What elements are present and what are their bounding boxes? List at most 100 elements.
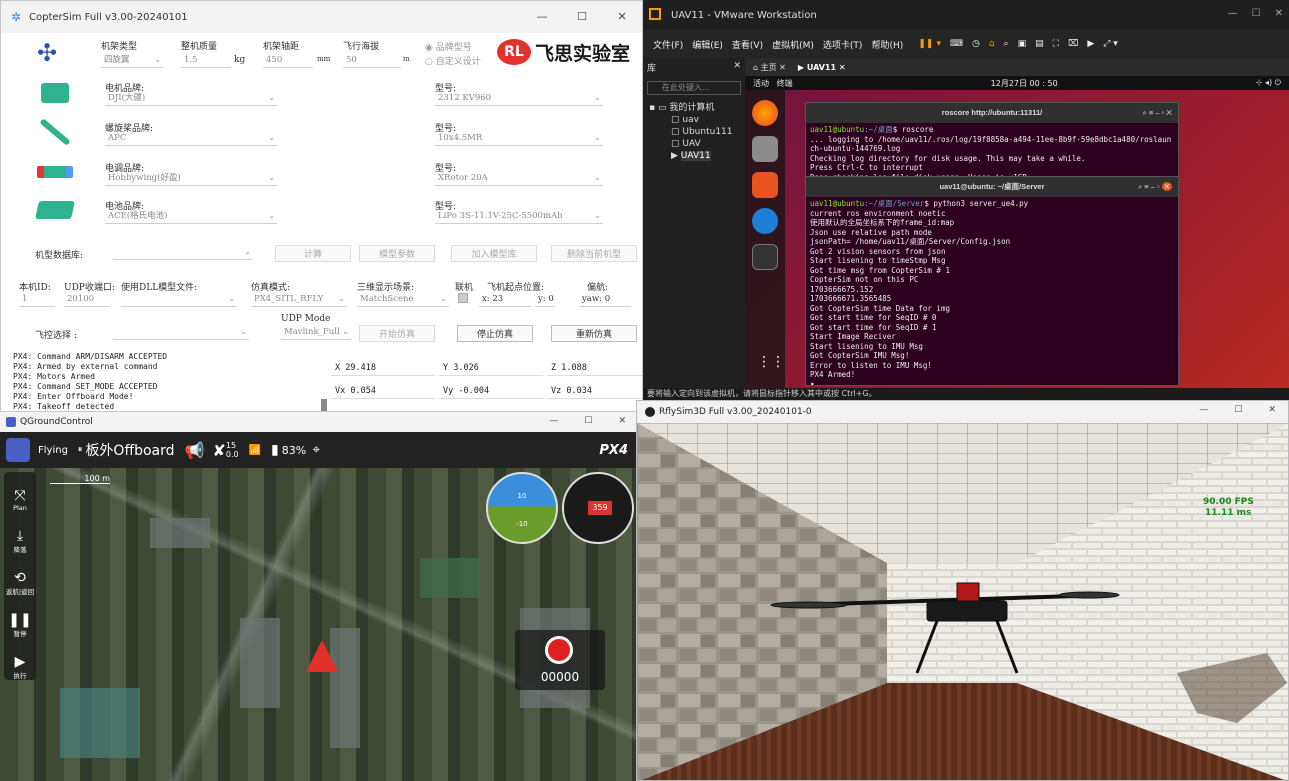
menu-vm[interactable]: 虚拟机(M) xyxy=(772,38,814,51)
menu-view[interactable]: 查看(V) xyxy=(732,38,763,51)
maximize-button[interactable]: ☐ xyxy=(1252,8,1261,19)
menu-file[interactable]: 文件(F) xyxy=(653,38,683,51)
radio-brand-model[interactable]: ◉ 品牌型号 xyxy=(425,40,472,53)
firefox-icon[interactable] xyxy=(752,100,778,126)
esc-brand-select[interactable]: Hobbywing(好盈) ⌄ xyxy=(105,171,277,186)
minimize-button[interactable]: — xyxy=(549,416,558,426)
start-x-input[interactable]: x: 23 xyxy=(479,292,531,307)
execute-tool[interactable]: ▶ 执行 xyxy=(4,638,36,680)
altitude-input[interactable]: 50 xyxy=(343,53,401,68)
ubuntu-clock[interactable]: 12月27日 00 : 50 xyxy=(991,78,1058,89)
vehicle-gps-icon[interactable]: ⌖ xyxy=(312,442,320,458)
plan-tool[interactable]: ⤧ Plan xyxy=(4,472,36,512)
terminal-server[interactable]: uav11@ubuntu: ~/桌面/Server ⌕ ≡ – ▫ ✕ uav11… xyxy=(805,176,1179,386)
maximize-button[interactable]: ☐ xyxy=(1234,405,1242,415)
minimize-button[interactable]: — xyxy=(1228,8,1238,19)
revert-snapshot-icon[interactable]: ⌂ xyxy=(989,39,995,49)
fc-select[interactable]: ⌄ xyxy=(113,325,249,340)
window-controls-icon[interactable]: ⌕ ≡ – ▫ ✕ xyxy=(1143,108,1172,118)
prop-brand-select[interactable]: APC ⌄ xyxy=(105,131,277,146)
udp-mode-select[interactable]: Mavlink_Full ⌄ xyxy=(281,325,351,340)
local-id-input[interactable]: 1 xyxy=(19,292,55,307)
minimize-button[interactable]: — xyxy=(522,1,562,31)
axle-input[interactable]: 450 xyxy=(263,53,313,68)
unity-icon[interactable]: ⌧ xyxy=(1068,39,1078,49)
fullscreen-icon[interactable]: ⛶ xyxy=(1053,39,1059,49)
library-view-icon[interactable]: ▣ xyxy=(1018,39,1027,49)
sim-mode-select[interactable]: PX4_SITL_RFLY ⌄ xyxy=(251,292,347,307)
console-view-icon[interactable]: ▶ xyxy=(1087,39,1094,49)
dll-model-select[interactable]: ⌄ xyxy=(121,292,237,307)
start-y-input[interactable]: y: 0 xyxy=(535,292,555,307)
delete-model-button[interactable]: 删除当前机型 xyxy=(551,245,637,262)
start-yaw-input[interactable]: yaw: 0 xyxy=(579,292,631,307)
3d-viewport[interactable]: 90.00 FPS 11.11 ms xyxy=(637,423,1288,780)
close-button[interactable]: ✕ xyxy=(618,416,626,426)
motor-model-select[interactable]: 2312 KV960 ⌄ xyxy=(435,91,603,106)
rc-signal-icon[interactable]: 📶 xyxy=(249,445,261,456)
compute-button[interactable]: 计算 xyxy=(275,245,351,262)
pause-tool[interactable]: ❚❚ 暂停 xyxy=(4,596,36,638)
start-sim-button[interactable]: 开始仿真 xyxy=(359,325,435,342)
send-keys-icon[interactable]: ⌨ xyxy=(950,39,963,49)
library-search-input[interactable]: 在此处键入... xyxy=(647,81,741,95)
snapshot-manager-icon[interactable]: ⌕ xyxy=(1004,39,1009,49)
system-tray-icon[interactable]: ⊹ ◂) ⏻ xyxy=(1256,78,1281,88)
esc-model-select[interactable]: XRotor 20A ⌄ xyxy=(435,171,603,186)
snapshot-icon[interactable]: ◷ xyxy=(972,39,980,49)
close-button[interactable]: ✕ xyxy=(602,1,642,31)
tree-vm-UAV[interactable]: ▢ UAV xyxy=(649,138,745,150)
stretch-icon[interactable]: ⤢ ▾ xyxy=(1103,39,1118,49)
stop-sim-button[interactable]: 停止仿真 xyxy=(457,325,533,342)
flight-status[interactable]: Flying xyxy=(38,445,68,456)
model-params-button[interactable]: 模型参数 xyxy=(359,245,435,262)
tab-home[interactable]: ⌂ 主页 ✕ xyxy=(753,62,786,73)
land-tool[interactable]: ⤓ 降落 xyxy=(4,512,36,554)
tree-vm-uav11[interactable]: ▶ UAV11 xyxy=(649,150,745,162)
add-to-db-button[interactable]: 加入模型库 xyxy=(451,245,537,262)
tab-uav11[interactable]: ▶ UAV11 ✕ xyxy=(798,63,846,72)
close-library-icon[interactable]: ✕ xyxy=(733,61,741,74)
show-apps-icon[interactable]: ⋮⋮ xyxy=(757,354,785,370)
qgc-app-icon[interactable] xyxy=(6,438,30,462)
tree-vm-uav[interactable]: ▢ uav xyxy=(649,114,745,126)
battery-model-select[interactable]: LiPo 3S-11.1V-25C-5500mAh ⌄ xyxy=(435,209,603,224)
model-db-select[interactable]: ⌄ xyxy=(113,245,253,260)
rtl-tool[interactable]: ⟲ 返航|返回 xyxy=(4,554,36,596)
log-scrollbar[interactable] xyxy=(321,399,327,411)
menu-help[interactable]: 帮助(H) xyxy=(871,38,903,51)
help-icon[interactable] xyxy=(752,208,778,234)
flight-mode[interactable]: 板外Offboard xyxy=(85,440,174,460)
radio-custom-design[interactable]: ○ 自定义设计 xyxy=(425,54,481,67)
gps-satellite-icon[interactable]: ✘ xyxy=(212,441,225,460)
terminal-roscore[interactable]: roscore http://ubuntu:11311/⌕ ≡ – ▫ ✕ ua… xyxy=(805,102,1179,182)
menu-edit[interactable]: 编辑(E) xyxy=(692,38,723,51)
tree-vm-ubuntu111[interactable]: ▢ Ubuntu111 xyxy=(649,126,745,138)
scene-select[interactable]: MatchScene ⌄ xyxy=(357,292,449,307)
files-icon[interactable] xyxy=(752,136,778,162)
motor-brand-select[interactable]: DJI(大疆) ⌄ xyxy=(105,91,277,106)
record-button[interactable] xyxy=(545,636,573,664)
maximize-button[interactable]: ☐ xyxy=(584,416,592,426)
maximize-button[interactable]: ☐ xyxy=(562,1,602,31)
close-button[interactable]: ✕ xyxy=(1275,8,1283,19)
prop-model-select[interactable]: 10x4.5MR ⌄ xyxy=(435,131,603,146)
thumbnail-view-icon[interactable]: ▤ xyxy=(1035,39,1044,49)
pause-icon[interactable]: ❚❚ ▾ xyxy=(918,39,941,49)
restart-sim-button[interactable]: 重新仿真 xyxy=(551,325,637,342)
software-icon[interactable] xyxy=(752,172,778,198)
terminal-app-menu[interactable]: 终端 xyxy=(777,79,793,88)
messages-megaphone-icon[interactable]: 📢 xyxy=(185,441,205,460)
tree-my-computer[interactable]: ▪ ▭ 我的计算机 xyxy=(649,99,745,114)
close-button[interactable]: ✕ xyxy=(1268,405,1276,415)
vm-display[interactable]: ⌂ 主页 ✕ ▶ UAV11 ✕ 活动 终端 12月27日 00 : 50 ⊹ … xyxy=(745,58,1289,388)
frame-type-select[interactable]: 四旋翼 ⌄ xyxy=(101,53,163,68)
terminal-icon[interactable] xyxy=(752,244,778,270)
menu-tabs[interactable]: 选项卡(T) xyxy=(823,38,863,51)
activities-button[interactable]: 活动 xyxy=(753,79,769,88)
vehicle-marker-icon[interactable] xyxy=(306,640,338,672)
battery-level-icon[interactable]: ▮ xyxy=(271,442,279,458)
battery-brand-select[interactable]: ACE(格氏电池) ⌄ xyxy=(105,209,277,224)
minimize-button[interactable]: — xyxy=(1199,405,1208,415)
window-controls-icon[interactable]: ⌕ ≡ – ▫ ✕ xyxy=(1138,182,1172,192)
